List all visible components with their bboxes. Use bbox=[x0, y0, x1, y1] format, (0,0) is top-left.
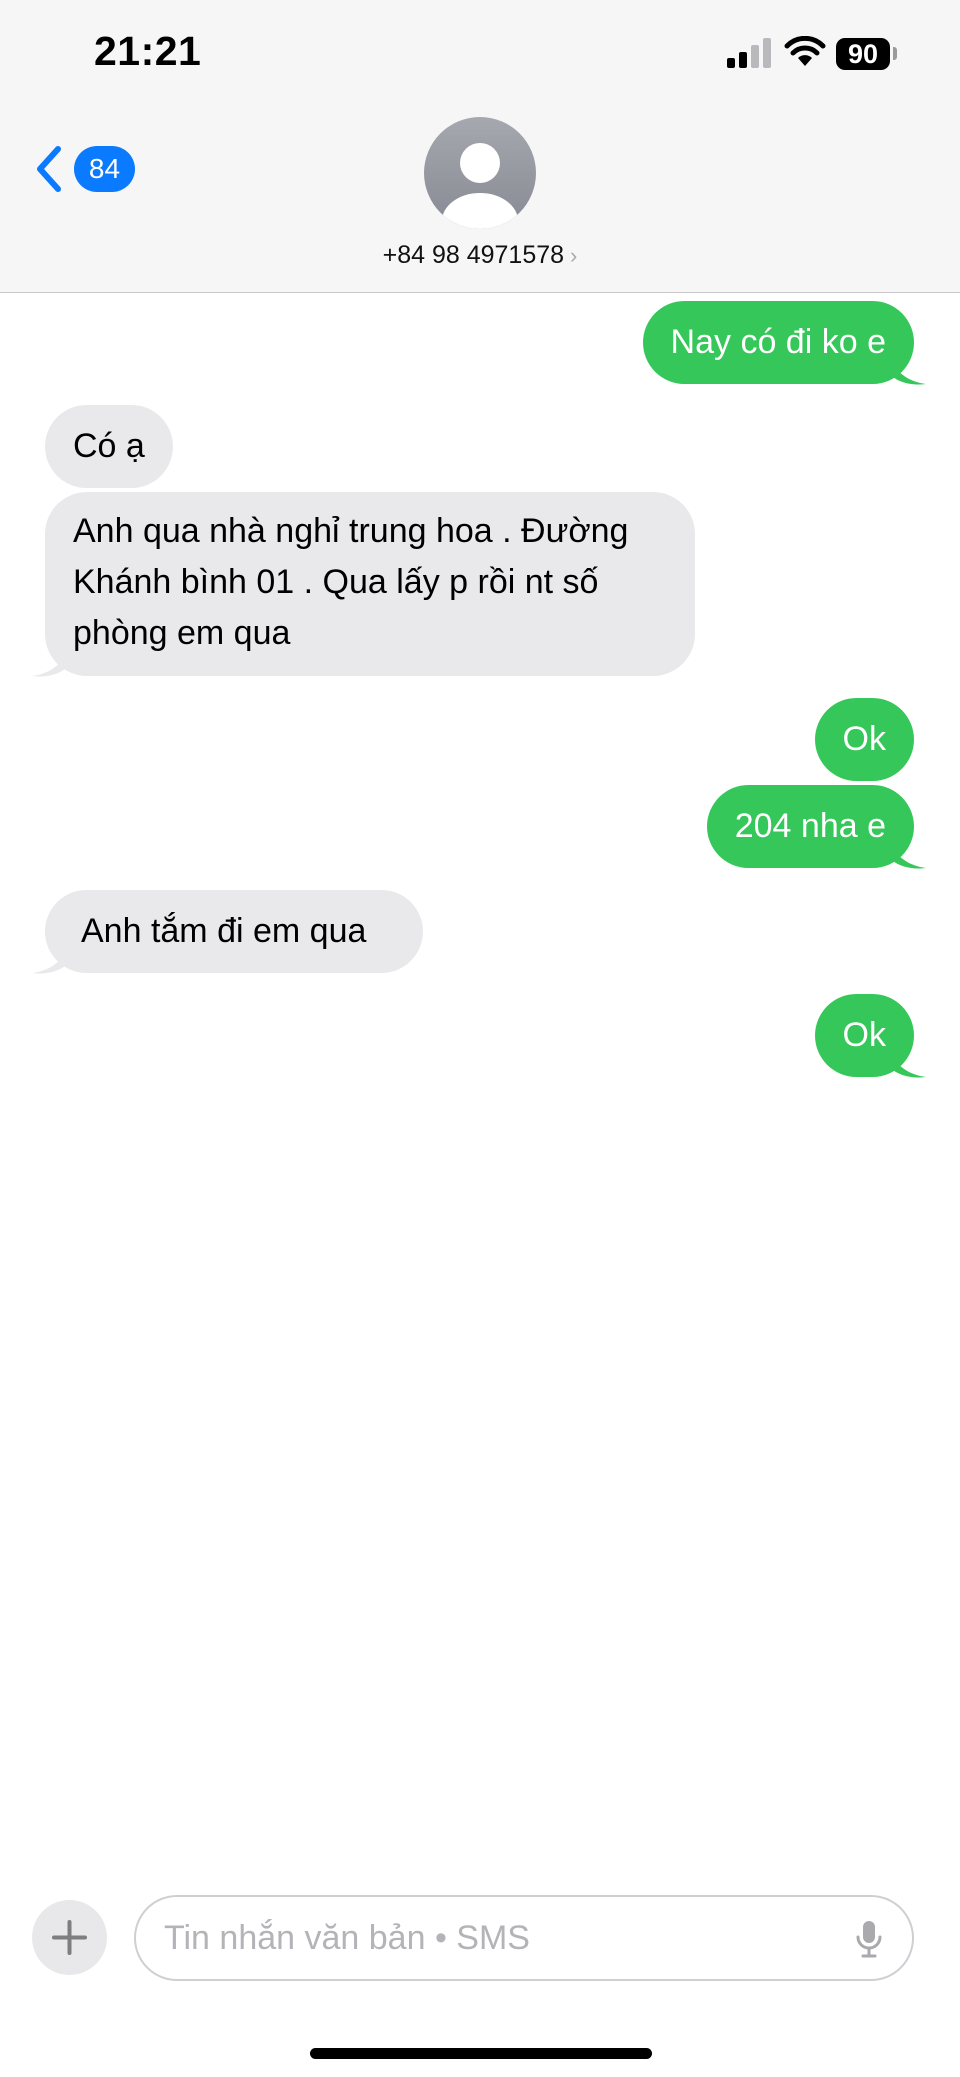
message-bubble-sent[interactable]: Ok bbox=[814, 698, 914, 781]
microphone-icon[interactable] bbox=[854, 1919, 884, 1959]
contact-name[interactable]: +84 98 4971578 › bbox=[0, 241, 960, 270]
message-bubble-sent[interactable]: Nay có đi ko e bbox=[642, 301, 914, 384]
conversation-header: 21:21 90 84 +84 98 4971578 › bbox=[0, 0, 960, 293]
message-line: Anh qua nhà nghỉ trung hoa . Đường bbox=[73, 512, 629, 550]
battery-level: 90 bbox=[847, 39, 879, 69]
bubble-tail bbox=[892, 1055, 926, 1078]
battery-icon: 90 bbox=[836, 38, 890, 70]
message-bubble-sent[interactable]: 204 nha e bbox=[706, 785, 914, 868]
bubble-tail bbox=[32, 654, 66, 677]
battery-tip bbox=[893, 47, 897, 60]
add-attachment-button[interactable] bbox=[32, 1900, 107, 1975]
back-unread-badge[interactable]: 84 bbox=[74, 146, 135, 192]
contact-chevron-icon: › bbox=[570, 243, 578, 268]
message-bubble-received[interactable]: Có ạ bbox=[45, 405, 173, 488]
message-line: phòng em qua bbox=[73, 614, 291, 652]
message-bubble-received[interactable]: Anh tắm đi em qua bbox=[45, 890, 423, 973]
avatar-icon bbox=[442, 143, 518, 229]
back-chevron-icon[interactable] bbox=[34, 145, 64, 193]
message-text: Anh tắm đi em qua bbox=[81, 912, 367, 950]
message-input[interactable]: Tin nhắn văn bản • SMS bbox=[134, 1895, 914, 1981]
status-time: 21:21 bbox=[94, 28, 202, 74]
plus-icon bbox=[52, 1920, 87, 1955]
wifi-icon bbox=[784, 36, 826, 66]
message-text: 204 nha e bbox=[734, 807, 886, 845]
contact-number: +84 98 4971578 bbox=[382, 241, 565, 269]
avatar[interactable] bbox=[424, 117, 536, 229]
bubble-tail bbox=[32, 951, 66, 974]
bubble-tail bbox=[892, 362, 926, 385]
signal-icon bbox=[727, 38, 771, 68]
message-bubble-received[interactable]: Anh qua nhà nghỉ trung hoa . Đường Khánh… bbox=[45, 492, 695, 676]
message-text: Ok bbox=[842, 720, 886, 758]
home-indicator[interactable] bbox=[310, 2048, 652, 2059]
message-line: Khánh bình 01 . Qua lấy p rồi nt số bbox=[73, 563, 599, 601]
message-text: Ok bbox=[842, 1016, 886, 1054]
bubble-tail bbox=[892, 846, 926, 869]
message-text: Nay có đi ko e bbox=[670, 323, 886, 361]
message-input-placeholder: Tin nhắn văn bản • SMS bbox=[164, 1919, 530, 1957]
message-text: Có ạ bbox=[73, 427, 145, 465]
